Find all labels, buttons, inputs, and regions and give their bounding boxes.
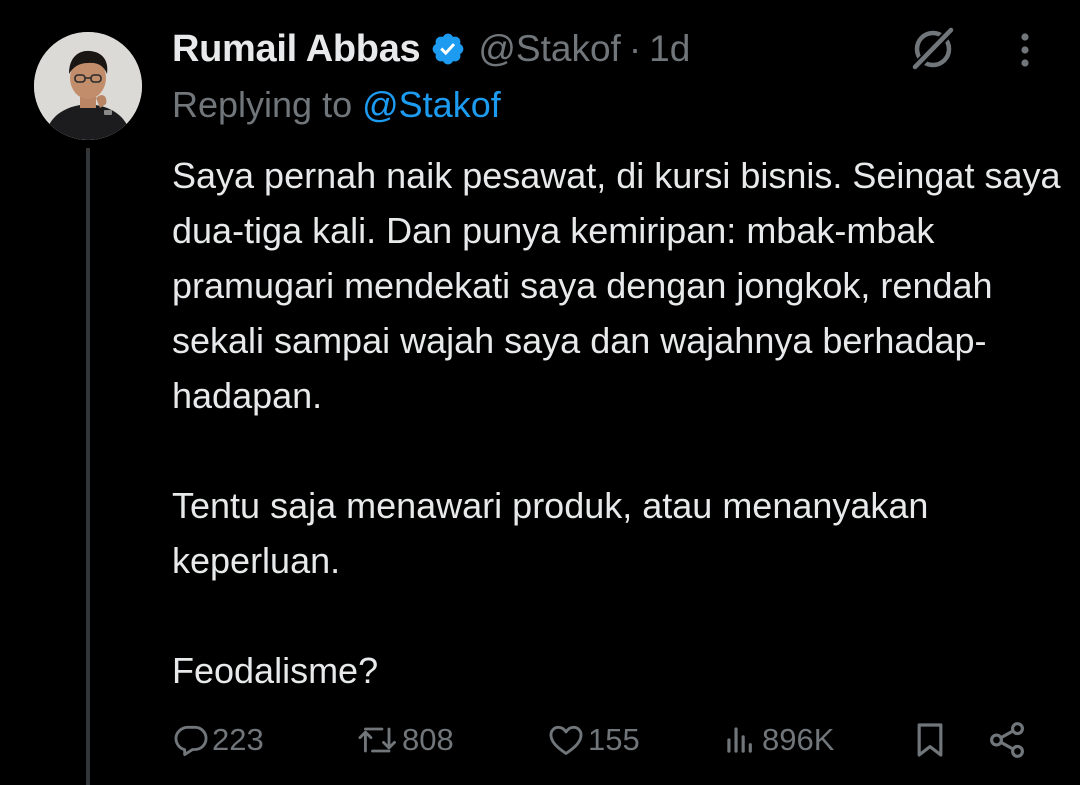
tweet-paragraph: Saya pernah naik pesawat, di kursi bisni…: [172, 155, 1061, 416]
reply-count: 223: [212, 722, 264, 757]
share-icon: [990, 722, 1024, 758]
tweet-header: Rumail Abbas @Stakof · 1d: [172, 24, 690, 74]
replying-to-line: Replying to @Stakof: [172, 84, 501, 126]
repost-button[interactable]: 808: [356, 716, 454, 764]
views-icon: [727, 727, 752, 753]
views-button[interactable]: 896K: [720, 716, 834, 764]
more-icon[interactable]: [1012, 30, 1038, 70]
grok-icon[interactable]: [908, 24, 958, 74]
views-count: 896K: [762, 722, 835, 757]
tweet-paragraph: Tentu saja menawari produk, atau menanya…: [172, 485, 929, 581]
repost-count: 808: [402, 722, 454, 757]
bookmark-button[interactable]: [910, 716, 950, 764]
tweet-action-bar: 223 808 155 896K: [0, 716, 1080, 764]
replying-prefix: Replying to: [172, 84, 353, 125]
share-button[interactable]: [986, 716, 1028, 764]
reply-button[interactable]: 223: [172, 716, 264, 764]
tweet-body: Saya pernah naik pesawat, di kursi bisni…: [172, 148, 1062, 698]
bookmark-icon: [917, 723, 943, 757]
author-name[interactable]: Rumail Abbas: [172, 28, 421, 71]
author-handle[interactable]: @Stakof: [478, 28, 620, 70]
thread-connector-line: [86, 148, 90, 785]
verified-badge-icon: [433, 33, 464, 65]
like-count: 155: [588, 722, 640, 757]
like-icon: [549, 725, 583, 755]
replying-to-mention[interactable]: @Stakof: [362, 84, 501, 125]
tweet-paragraph: Feodalisme?: [172, 650, 379, 691]
repost-icon: [358, 727, 396, 753]
avatar[interactable]: [34, 32, 142, 140]
separator-dot: ·: [628, 28, 642, 69]
tweet-timestamp[interactable]: 1d: [649, 28, 690, 70]
like-button[interactable]: 155: [546, 716, 640, 764]
reply-icon: [174, 725, 208, 756]
